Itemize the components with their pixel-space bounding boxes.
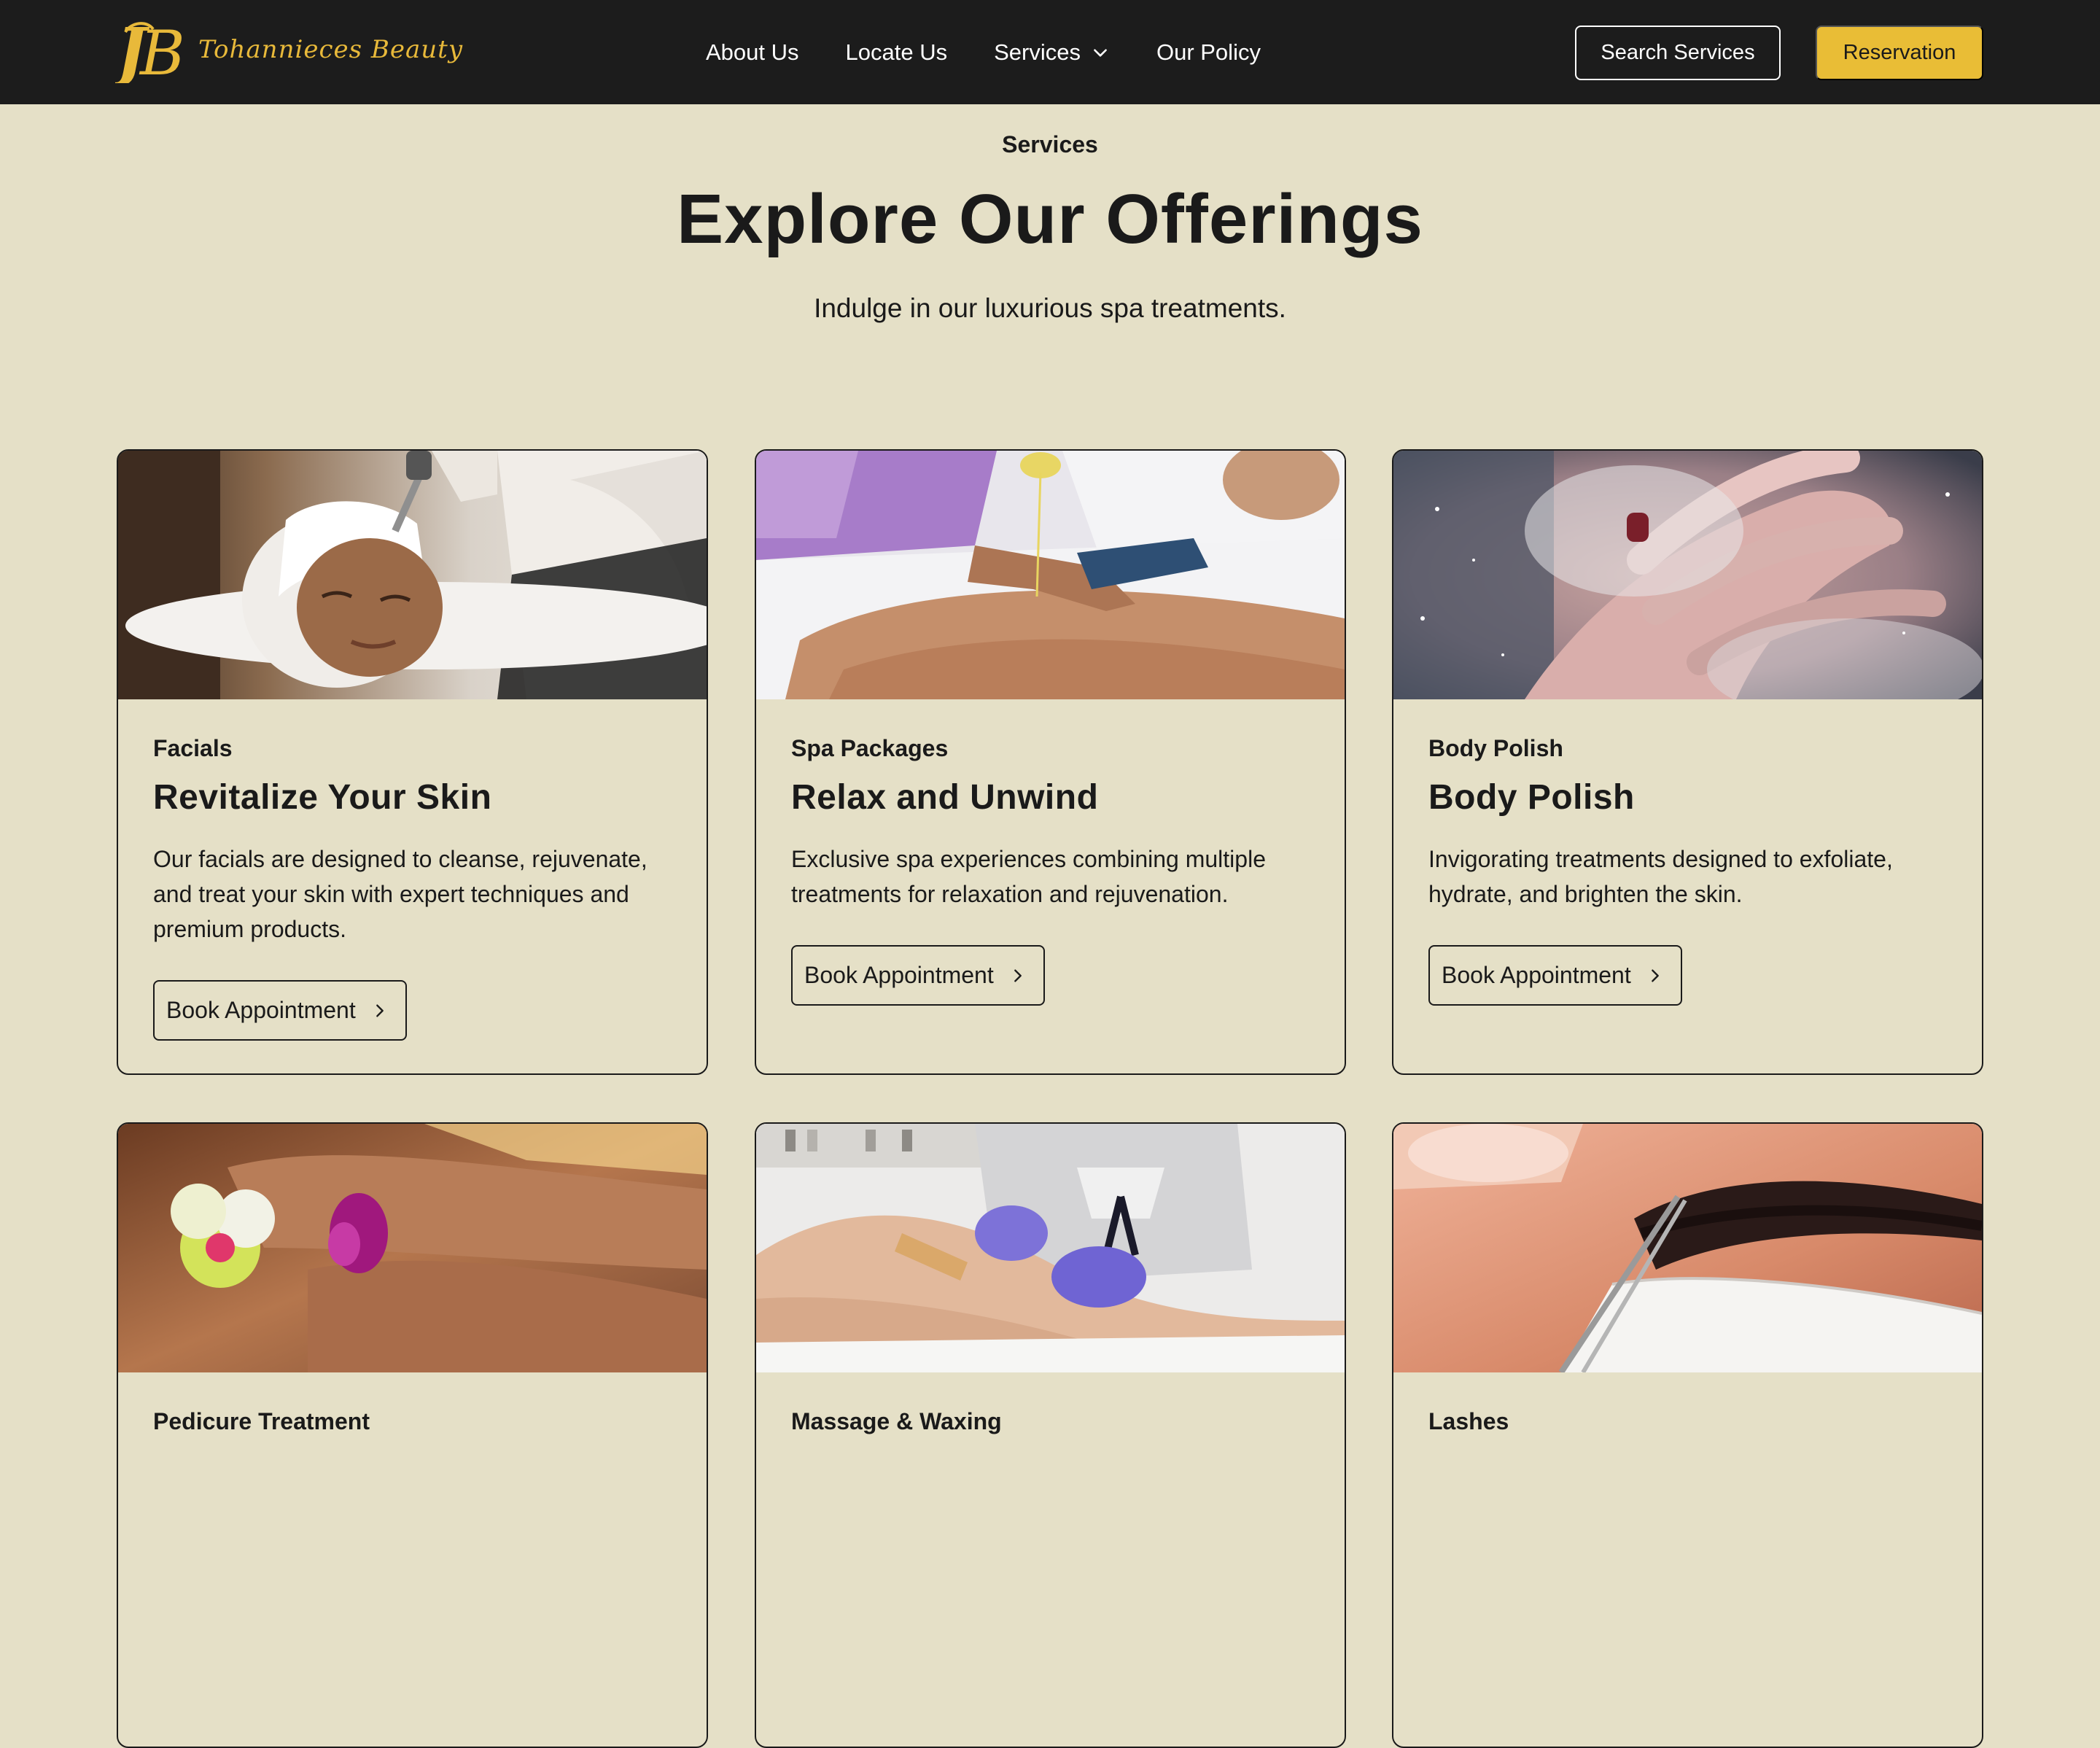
search-services-button[interactable]: Search Services [1575, 26, 1781, 80]
nav-our-policy[interactable]: Our Policy [1156, 35, 1261, 70]
book-appointment-button[interactable]: Book Appointment [1428, 945, 1682, 1006]
card-title: Revitalize Your Skin [153, 778, 492, 817]
book-appointment-label: Book Appointment [1442, 962, 1631, 988]
book-appointment-button[interactable]: Book Appointment [153, 980, 407, 1041]
leg-waxing-image [756, 1124, 1345, 1372]
reservation-button[interactable]: Reservation [1816, 26, 1983, 80]
brand-name: Tohannieces Beauty [198, 35, 464, 64]
service-card-facials: Facials Revitalize Your Skin Our facials… [117, 449, 708, 1075]
card-category: Facials [153, 735, 233, 761]
service-card-body-polish: Body Polish Body Polish Invigorating tre… [1392, 449, 1983, 1075]
card-description: Our facials are designed to cleanse, rej… [153, 846, 648, 942]
card-category: Body Polish [1428, 735, 1563, 761]
card-category: Spa Packages [791, 735, 949, 761]
nav-locate-us[interactable]: Locate Us [846, 35, 948, 70]
svg-text:B: B [139, 18, 185, 83]
book-appointment-label: Book Appointment [804, 962, 994, 988]
brand-monogram-icon: J B [115, 16, 185, 83]
page-title: Explore Our Offerings [677, 180, 1423, 258]
card-description: Invigorating treatments designed to exfo… [1428, 846, 1893, 907]
section-eyebrow: Services [1002, 131, 1098, 158]
card-title: Body Polish [1428, 778, 1635, 817]
main-menu: About Us Locate Us Services Our Policy [706, 35, 1261, 70]
card-category: Lashes [1428, 1408, 1509, 1434]
chevron-right-icon [376, 1003, 384, 1017]
card-category: Massage & Waxing [791, 1408, 1002, 1434]
nav-services-dropdown[interactable]: Services [994, 35, 1110, 70]
service-card-pedicure: Pedicure Treatment [117, 1122, 708, 1748]
nav-services-label: Services [994, 39, 1081, 65]
nav-locate-us-label: Locate Us [845, 39, 948, 65]
pedicure-image [118, 1124, 707, 1372]
service-card-massage-waxing: Massage & Waxing [755, 1122, 1346, 1748]
card-title: Relax and Unwind [791, 778, 1099, 817]
page-subtitle: Indulge in our luxurious spa treatments. [814, 293, 1286, 323]
body-scrub-image [1393, 451, 1982, 699]
service-card-lashes: Lashes [1392, 1122, 1983, 1748]
service-card-spa-packages: Spa Packages Relax and Unwind Exclusive … [755, 449, 1346, 1075]
card-description: Exclusive spa experiences combining mult… [791, 846, 1266, 907]
facial-treatment-image [118, 451, 707, 699]
nav-about-us-label: About Us [706, 39, 799, 65]
chevron-right-icon [1014, 968, 1022, 982]
nav-our-policy-label: Our Policy [1156, 39, 1261, 65]
nav-about-us[interactable]: About Us [706, 35, 799, 70]
brand-logo[interactable]: J B Tohannieces Beauty [115, 16, 463, 83]
chevron-down-icon [1094, 49, 1107, 57]
lash-extension-image [1393, 1124, 1982, 1372]
book-appointment-button[interactable]: Book Appointment [791, 945, 1045, 1006]
book-appointment-label: Book Appointment [166, 997, 356, 1023]
top-navbar: J B Tohannieces Beauty About Us Locate U… [0, 0, 2100, 104]
oil-massage-image [756, 451, 1345, 699]
card-category: Pedicure Treatment [153, 1408, 370, 1434]
chevron-right-icon [1651, 968, 1659, 982]
